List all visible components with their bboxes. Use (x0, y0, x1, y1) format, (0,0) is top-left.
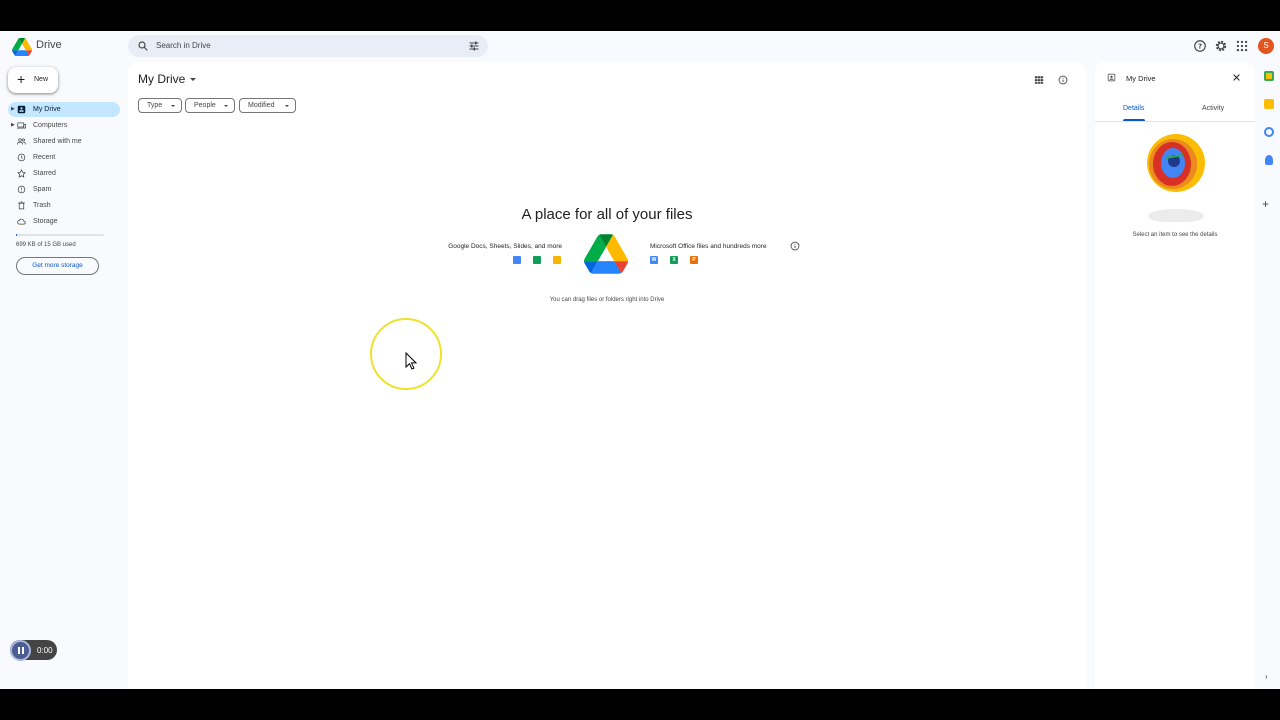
plus-icon: + (17, 71, 26, 87)
drag-hint-text: You can drag files or folders right into… (549, 297, 665, 303)
my-drive-icon (1107, 73, 1116, 82)
sidebar-item-label: Computers (33, 122, 68, 129)
clock-icon (17, 153, 26, 162)
google-files-text: Google Docs, Sheets, Slides, and more (448, 243, 562, 250)
drive-logo-large (584, 234, 628, 274)
filter-chip-label: People (194, 102, 216, 109)
mouse-cursor-icon (405, 352, 417, 370)
details-title: My Drive (1126, 74, 1156, 83)
sheets-icon (533, 256, 541, 264)
search-bar[interactable]: Search in Drive (128, 35, 488, 57)
tab-details[interactable]: Details (1123, 105, 1144, 112)
info-icon[interactable] (790, 241, 800, 251)
page-title[interactable]: My Drive (138, 72, 185, 86)
sidebar-item-my-drive[interactable]: ▶ My Drive (8, 102, 120, 117)
drive-logo[interactable] (12, 38, 32, 56)
filter-chip-type[interactable]: Type (138, 98, 182, 113)
sidebar-item-computers[interactable]: ▶ Computers (8, 118, 120, 133)
info-icon[interactable] (1058, 75, 1068, 85)
gear-icon[interactable] (1214, 39, 1228, 53)
sidebar-item-trash[interactable]: Trash (8, 198, 120, 213)
sidebar-item-label: Recent (33, 154, 56, 161)
shared-icon (17, 138, 26, 145)
microsoft-files-text: Microsoft Office files and hundreds more (650, 243, 767, 250)
cloud-icon (17, 218, 26, 225)
dropdown-arrow-icon (224, 105, 228, 107)
add-addon-icon[interactable]: + (1262, 197, 1269, 211)
sidebar-item-label: Shared with me (33, 138, 82, 145)
trash-icon (18, 201, 25, 210)
title-dropdown-icon[interactable] (190, 78, 196, 81)
search-input[interactable]: Search in Drive (156, 41, 211, 50)
docs-icon (513, 256, 521, 264)
new-button[interactable]: + New (8, 67, 58, 93)
calendar-icon[interactable] (1264, 71, 1274, 81)
sidebar-item-storage[interactable]: Storage (8, 214, 120, 229)
filter-chip-label: Modified (248, 102, 275, 109)
computers-icon (17, 122, 26, 129)
sidebar-item-label: Trash (33, 202, 51, 209)
tab-divider (1095, 121, 1255, 122)
sidebar-item-spam[interactable]: Spam (8, 182, 120, 197)
sidebar-item-label: Storage (33, 218, 58, 225)
sidebar-item-label: Spam (33, 186, 52, 193)
apps-grid-icon[interactable] (1235, 39, 1249, 53)
tasks-icon[interactable] (1264, 127, 1274, 137)
filter-chip-modified[interactable]: Modified (239, 98, 296, 113)
account-avatar[interactable]: S (1258, 38, 1274, 54)
help-icon[interactable]: ? (1193, 39, 1207, 53)
drive-app: Drive Search in Drive ? S + New ▶ My Dri… (0, 31, 1280, 689)
sidebar-item-label: Starred (33, 170, 56, 177)
expand-arrow-icon[interactable]: ▶ (11, 122, 15, 128)
svg-text:?: ? (1198, 43, 1202, 51)
get-more-storage-button[interactable]: Get more storage (16, 257, 99, 275)
expand-arrow-icon[interactable]: ▶ (11, 106, 15, 112)
search-icon[interactable] (137, 40, 149, 52)
search-options-icon[interactable] (468, 40, 480, 52)
grid-view-icon[interactable] (1034, 75, 1044, 85)
word-icon: W (650, 256, 658, 264)
contacts-icon[interactable] (1265, 155, 1273, 165)
dropdown-arrow-icon (171, 105, 175, 107)
storage-progress-fill (16, 234, 18, 236)
chevron-right-icon[interactable]: › (1265, 672, 1268, 681)
empty-state-heading: A place for all of your files (521, 206, 693, 223)
close-icon[interactable] (1232, 73, 1241, 82)
sidebar-item-label: My Drive (33, 106, 61, 113)
details-empty-text: Select an item to see the details (1132, 232, 1218, 238)
new-button-label: New (34, 76, 49, 83)
star-icon (17, 169, 26, 178)
storage-usage-text: 699 KB of 15 GB used (16, 242, 76, 248)
keep-icon[interactable] (1264, 99, 1274, 109)
spam-icon (17, 185, 26, 194)
powerpoint-icon: P (690, 256, 698, 264)
tab-activity[interactable]: Activity (1202, 105, 1224, 112)
filter-chip-people[interactable]: People (185, 98, 235, 113)
storage-progress-bar (16, 234, 104, 236)
pause-icon[interactable] (10, 640, 31, 661)
slides-icon (553, 256, 561, 264)
sidebar-item-starred[interactable]: Starred (8, 166, 120, 181)
main-content: My Drive Type People Modified A place fo… (128, 62, 1086, 689)
details-pane: My Drive Details Activity Select an item… (1095, 62, 1255, 689)
app-name: Drive (36, 39, 62, 51)
sidebar-item-shared-with-me[interactable]: Shared with me (8, 134, 120, 149)
details-empty-illustration (1147, 134, 1205, 222)
recorder-time: 0:00 (37, 646, 53, 655)
filter-chip-label: Type (147, 102, 163, 109)
sidebar-item-recent[interactable]: Recent (8, 150, 120, 165)
my-drive-icon (17, 105, 26, 114)
excel-icon: X (670, 256, 678, 264)
dropdown-arrow-icon (285, 105, 289, 107)
